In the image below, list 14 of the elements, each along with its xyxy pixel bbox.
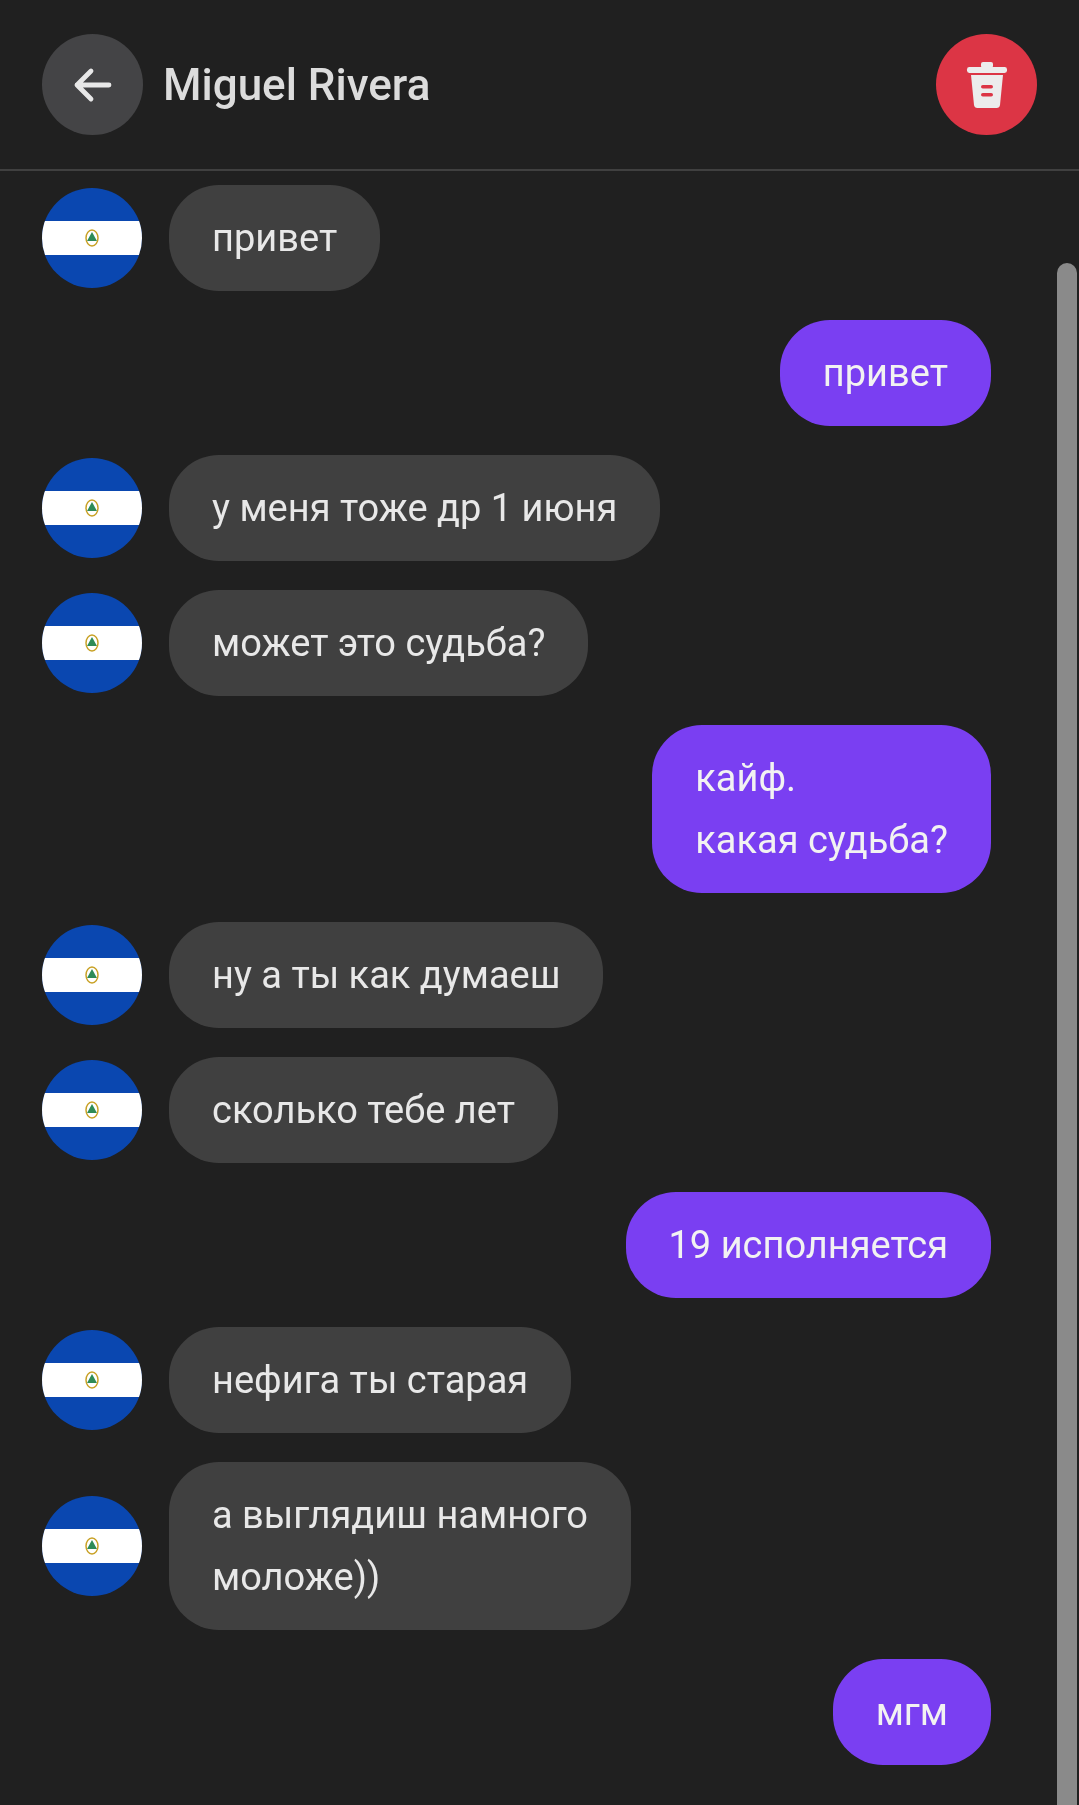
message-bubble: а выглядиш намного моложе)) bbox=[169, 1462, 631, 1630]
message-bubble: привет bbox=[169, 185, 381, 291]
trash-icon bbox=[964, 60, 1009, 109]
message-bubble: у меня тоже др 1 июня bbox=[169, 455, 661, 561]
message-bubble: 19 исполняется bbox=[625, 1192, 991, 1298]
message-bubble: ну а ты как думаеш bbox=[169, 922, 604, 1028]
message-bubble: мгм bbox=[832, 1659, 991, 1765]
contact-name: Miguel Rivera bbox=[163, 57, 431, 113]
message-bubble: может это судьба? bbox=[169, 590, 589, 696]
message-bubble: привет bbox=[779, 320, 991, 426]
scrollbar[interactable] bbox=[1057, 263, 1077, 1805]
message-bubble: нефига ты старая bbox=[169, 1327, 572, 1433]
message-bubble: сколько тебе лет bbox=[169, 1057, 558, 1163]
message-bubble: кайф. какая судьба? bbox=[652, 725, 991, 893]
